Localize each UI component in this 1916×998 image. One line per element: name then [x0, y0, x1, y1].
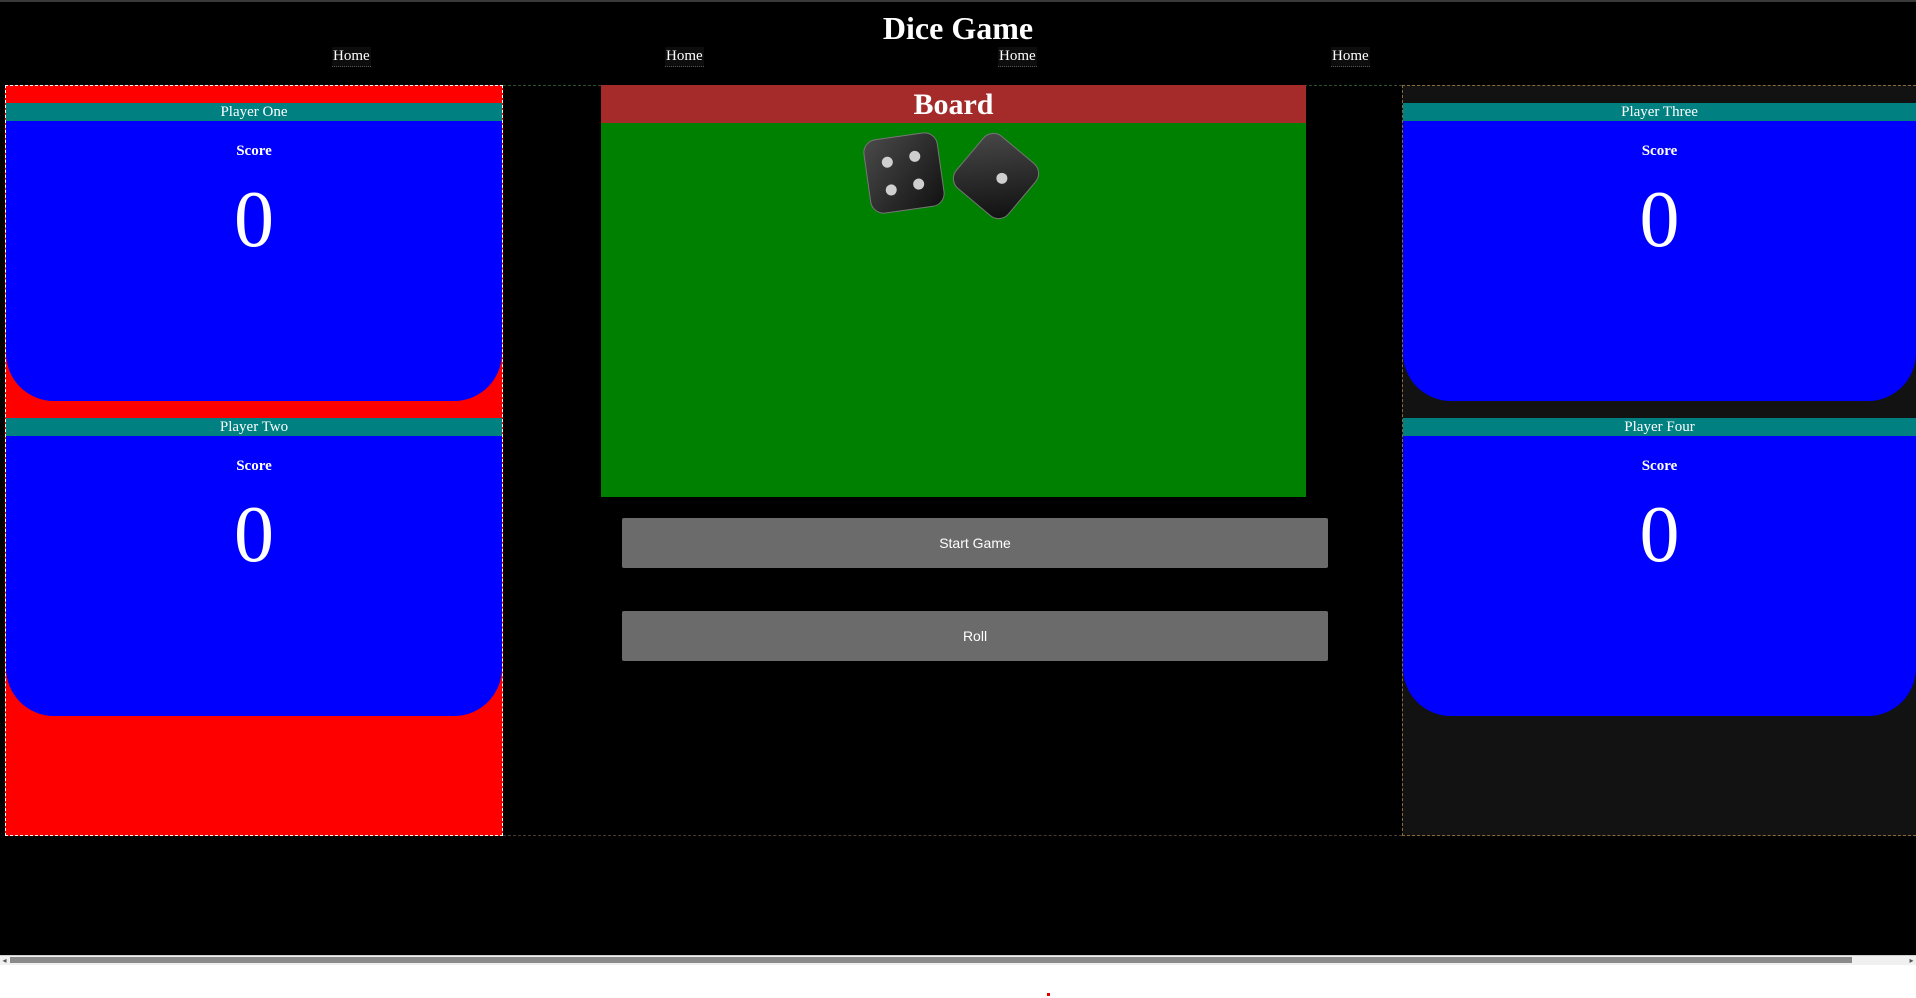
start-game-button[interactable]: Start Game — [622, 518, 1328, 568]
left-player-panel: Player One Score 0 Player Two Score 0 — [5, 85, 503, 836]
nav-link-home-2[interactable]: Home — [665, 47, 704, 67]
board-surface — [601, 123, 1306, 497]
score-value: 0 — [234, 491, 274, 579]
player-name: Player Three — [1403, 103, 1916, 121]
horizontal-scrollbar[interactable]: ◂ ▸ — [0, 955, 1916, 965]
roll-button[interactable]: Roll — [622, 611, 1328, 661]
player-card-three: Player Three Score 0 — [1403, 103, 1916, 401]
player-name: Player Two — [6, 418, 502, 436]
scrollbar-thumb[interactable] — [10, 957, 1852, 963]
nav-link-home-4[interactable]: Home — [1331, 47, 1370, 67]
player-score-box: Score 0 — [6, 436, 502, 716]
red-dot-marker — [1047, 993, 1050, 996]
player-name: Player Four — [1403, 418, 1916, 436]
score-value: 0 — [1639, 176, 1680, 264]
score-value: 0 — [1639, 491, 1680, 579]
score-label: Score — [1641, 458, 1678, 474]
board-title: Board — [601, 85, 1306, 123]
right-player-panel: Player Three Score 0 Player Four Score 0 — [1402, 85, 1916, 836]
player-card-one: Player One Score 0 — [6, 103, 502, 401]
scroll-right-icon[interactable]: ▸ — [1907, 956, 1916, 965]
player-score-box: Score 0 — [1403, 121, 1916, 401]
die-four-icon — [863, 132, 945, 214]
player-card-four: Player Four Score 0 — [1403, 418, 1916, 716]
player-score-box: Score 0 — [1403, 436, 1916, 716]
page-title: Dice Game — [882, 10, 1034, 46]
score-value: 0 — [234, 176, 274, 264]
top-border — [0, 0, 1916, 2]
score-label: Score — [236, 143, 272, 159]
scroll-left-icon[interactable]: ◂ — [0, 956, 9, 965]
score-label: Score — [236, 458, 272, 474]
player-name: Player One — [6, 103, 502, 121]
player-score-box: Score 0 — [6, 121, 502, 401]
nav-link-home-3[interactable]: Home — [998, 47, 1037, 67]
player-card-two: Player Two Score 0 — [6, 418, 502, 716]
score-label: Score — [1641, 143, 1678, 159]
page-viewport: Dice Game Home Home Home Home Player One… — [0, 0, 1916, 955]
nav-link-home-1[interactable]: Home — [332, 47, 371, 67]
die-one-icon — [952, 132, 1040, 220]
